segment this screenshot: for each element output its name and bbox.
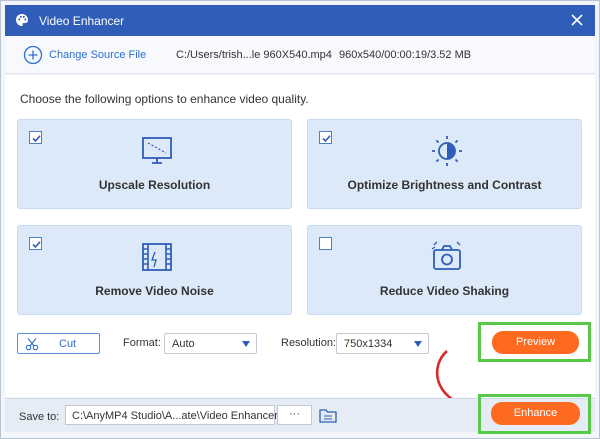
add-circle-icon[interactable] xyxy=(23,45,43,65)
change-source-file-link[interactable]: Change Source File xyxy=(49,49,146,61)
option-label: Remove Video Noise xyxy=(95,284,214,298)
brightness-icon xyxy=(432,136,462,166)
palette-icon xyxy=(16,14,28,26)
option-label: Optimize Brightness and Contrast xyxy=(347,178,542,192)
option-label: Upscale Resolution xyxy=(98,178,211,192)
reduce-video-shaking-checkbox[interactable] xyxy=(319,237,332,250)
video-enhancer-window: Video Enhancer Change Source File C:/Use… xyxy=(0,0,600,439)
source-file-path: C:/Users/trish...le 960X540.mp4 xyxy=(176,49,332,61)
option-label: Reduce Video Shaking xyxy=(379,284,510,298)
browse-button[interactable]: ··· xyxy=(277,405,312,425)
format-value: Auto xyxy=(172,338,195,350)
option-reduce-video-shaking[interactable]: Reduce Video Shaking xyxy=(307,225,582,315)
remove-video-noise-checkbox[interactable] xyxy=(29,237,42,250)
source-file-bar: Change Source File C:/Users/trish...le 9… xyxy=(5,36,595,74)
folder-icon[interactable] xyxy=(319,407,337,423)
save-path-field[interactable]: C:\AnyMP4 Studio\A...ate\Video Enhancer xyxy=(65,405,278,425)
save-path-value: C:\AnyMP4 Studio\A...ate\Video Enhancer xyxy=(72,410,278,422)
resolution-select[interactable]: 750x1334 xyxy=(336,333,429,354)
cut-label: Cut xyxy=(59,338,77,350)
resolution-value: 750x1334 xyxy=(344,338,393,350)
instruction-text: Choose the following options to enhance … xyxy=(20,92,309,106)
save-to-label: Save to: xyxy=(19,411,60,423)
source-file-meta: 960x540/00:00:19/3.52 MB xyxy=(339,49,472,61)
format-label: Format: xyxy=(123,337,161,349)
resolution-label: Resolution: xyxy=(281,337,337,349)
chevron-down-icon xyxy=(242,341,250,347)
option-remove-video-noise[interactable]: Remove Video Noise xyxy=(17,225,292,315)
scissors-icon xyxy=(25,338,39,351)
upscale-resolution-checkbox[interactable] xyxy=(29,131,42,144)
option-upscale-resolution[interactable]: Upscale Resolution xyxy=(17,119,292,209)
title-bar: Video Enhancer xyxy=(5,5,595,36)
option-brightness-contrast[interactable]: Optimize Brightness and Contrast xyxy=(307,119,582,209)
chevron-down-icon xyxy=(414,341,422,347)
cut-button[interactable]: Cut xyxy=(17,333,100,354)
enhance-button[interactable]: Enhance xyxy=(491,402,580,425)
close-icon[interactable] xyxy=(567,10,587,30)
window-title: Video Enhancer xyxy=(39,14,125,28)
format-select[interactable]: Auto xyxy=(164,333,257,354)
preview-button[interactable]: Preview xyxy=(492,331,579,354)
camera-shake-icon xyxy=(431,241,461,270)
brightness-contrast-checkbox[interactable] xyxy=(319,131,332,144)
monitor-icon xyxy=(142,137,172,164)
film-icon xyxy=(142,243,172,271)
